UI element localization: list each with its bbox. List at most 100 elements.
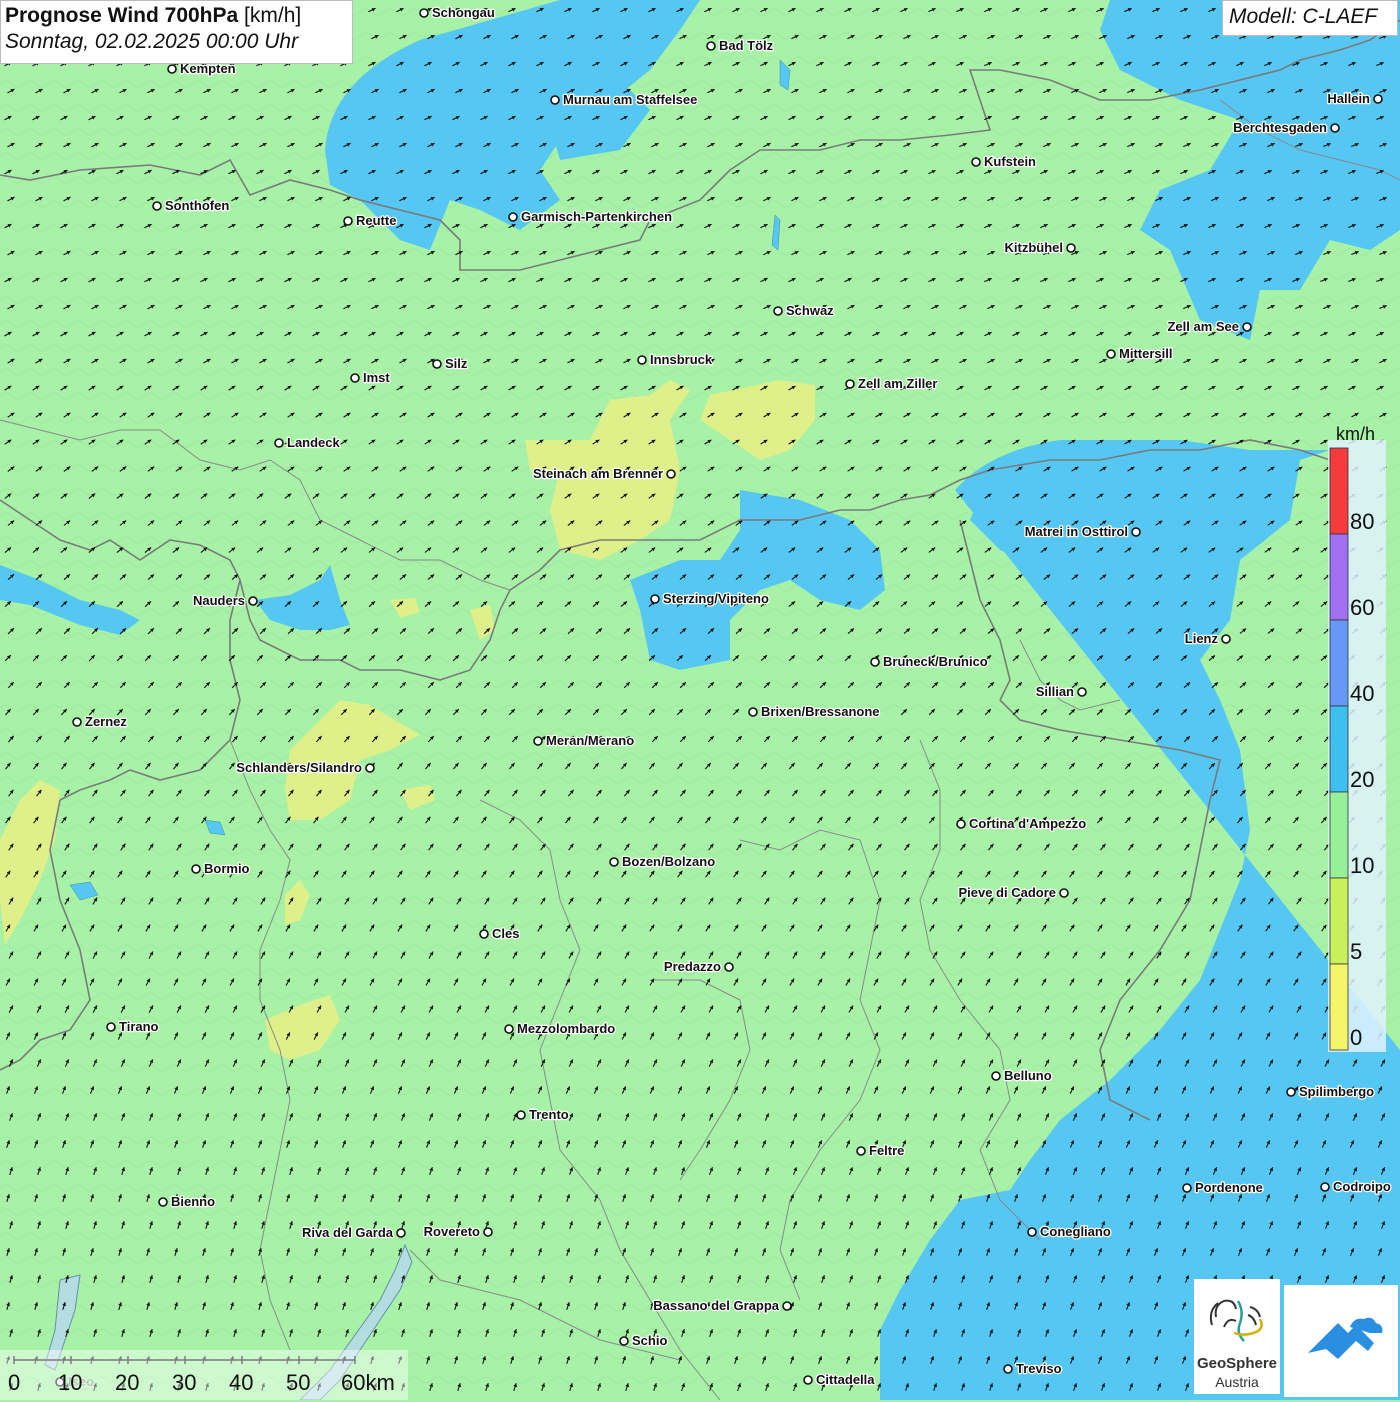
city-label: Reutte: [356, 213, 396, 228]
city-label: Silz: [445, 356, 468, 371]
city-meran-merano: Meran/Merano: [534, 733, 634, 748]
city-label: Schio: [632, 1333, 667, 1348]
forecast-date: Sonntag, 02.02.2025 00:00 Uhr: [5, 30, 348, 54]
city-dot: [725, 963, 733, 971]
legend-swatch: [1330, 448, 1348, 534]
city-label: Bozen/Bolzano: [622, 854, 715, 869]
city-label: Zernez: [85, 714, 127, 729]
city-label: Bienno: [171, 1194, 215, 1209]
city-label: Spilimbergo: [1299, 1084, 1374, 1099]
city-label: Meran/Merano: [546, 733, 634, 748]
secondary-logo[interactable]: [1284, 1285, 1398, 1397]
city-label: Rovereto: [424, 1224, 480, 1239]
city-dot: [1028, 1228, 1036, 1236]
model-label: Modell: C-LAEF: [1222, 0, 1398, 36]
city-label: Codroipo: [1333, 1179, 1391, 1194]
city-label: Hallein: [1327, 91, 1370, 106]
city-label: Matrei in Osttirol: [1025, 524, 1128, 539]
scale-label-40: 40: [229, 1370, 253, 1396]
map-title-unit: [km/h]: [244, 4, 301, 27]
legend-swatch: [1330, 620, 1348, 706]
city-dot: [749, 708, 757, 716]
city-berchtesgaden: Berchtesgaden: [1233, 120, 1339, 135]
city-dot: [534, 737, 542, 745]
legend-swatch: [1330, 706, 1348, 792]
city-pordenone: Pordenone: [1183, 1180, 1263, 1195]
logo-line1: GeoSphere: [1194, 1355, 1280, 1372]
scale-label-20: 20: [115, 1370, 139, 1396]
city-dot: [1004, 1365, 1012, 1373]
scale-label-0: 0: [8, 1370, 20, 1396]
city-dot: [351, 374, 359, 382]
city-label: Schongau: [432, 5, 495, 20]
city-zell-am-see: Zell am See: [1167, 319, 1251, 334]
city-label: Cortina d'Ampezzo: [969, 816, 1086, 831]
geosphere-logo[interactable]: GeoSphere Austria: [1194, 1279, 1280, 1394]
city-bozen-bolzano: Bozen/Bolzano: [610, 854, 715, 869]
city-brixen-bressanone: Brixen/Bressanone: [749, 704, 880, 719]
city-conegliano: Conegliano: [1028, 1224, 1111, 1239]
city-zell-am-ziller: Zell am Ziller: [846, 376, 937, 391]
city-cortina-d-ampezzo: Cortina d'Ampezzo: [957, 816, 1086, 831]
city-label: Riva del Garda: [302, 1225, 394, 1240]
city-label: Cittadella: [816, 1372, 875, 1387]
city-dot: [1183, 1184, 1191, 1192]
legend-unit: km/h: [1336, 424, 1375, 445]
scale-label-30: 30: [172, 1370, 196, 1396]
city-label: Zell am Ziller: [858, 376, 937, 391]
scale-label-60: 60km: [341, 1370, 395, 1396]
city-garmisch-partenkirchen: Garmisch-Partenkirchen: [509, 209, 672, 224]
city-dot: [1067, 244, 1075, 252]
city-label: Bormio: [204, 861, 250, 876]
city-mezzolombardo: Mezzolombardo: [505, 1021, 615, 1036]
city-dot: [249, 597, 257, 605]
city-dot: [480, 930, 488, 938]
city-dot: [1331, 124, 1339, 132]
city-dot: [651, 595, 659, 603]
city-murnau-am-staffelsee: Murnau am Staffelsee: [551, 92, 697, 107]
city-dot: [420, 9, 428, 17]
city-label: Zell am See: [1167, 319, 1239, 334]
city-label: Kufstein: [984, 154, 1036, 169]
city-steinach-am-brenner: Steinach am Brenner: [533, 466, 675, 481]
city-schlanders-silandro: Schlanders/Silandro: [236, 760, 374, 775]
wind-map: SchongauBad TölzKemptenMurnau am Staffel…: [0, 0, 1400, 1400]
city-label: Sonthofen: [165, 198, 229, 213]
legend-tick-label: 10: [1350, 853, 1374, 878]
legend-tick-label: 80: [1350, 509, 1374, 534]
city-dot: [551, 96, 559, 104]
legend-tick-label: 0: [1350, 1025, 1362, 1050]
city-bruneck-brunico: Bruneck/Brunico: [871, 654, 988, 669]
city-dot: [192, 865, 200, 873]
city-dot: [667, 470, 675, 478]
legend-tick-label: 20: [1350, 767, 1374, 792]
city-label: Pieve di Cadore: [958, 885, 1056, 900]
city-label: Tirano: [119, 1019, 159, 1034]
city-label: Murnau am Staffelsee: [563, 92, 697, 107]
city-dot: [397, 1229, 405, 1237]
legend-tick-label: 60: [1350, 595, 1374, 620]
city-sterzing-vipiteno: Sterzing/Vipiteno: [651, 591, 769, 606]
city-label: Bassano del Grappa: [653, 1298, 779, 1313]
scale-label-10: 10: [58, 1370, 82, 1396]
city-label: Sterzing/Vipiteno: [663, 591, 769, 606]
city-dot: [168, 65, 176, 73]
scale-label-50: 50: [286, 1370, 310, 1396]
city-dot: [1222, 635, 1230, 643]
city-label: Mezzolombardo: [517, 1021, 615, 1036]
city-dot: [1078, 688, 1086, 696]
city-label: Pordenone: [1195, 1180, 1263, 1195]
city-dot: [505, 1025, 513, 1033]
geosphere-logo-icon: [1194, 1287, 1280, 1357]
city-dot: [1243, 323, 1251, 331]
city-label: Schwaz: [786, 303, 834, 318]
legend-tick-label: 40: [1350, 681, 1374, 706]
city-dot: [957, 820, 965, 828]
city-schongau: Schongau: [420, 5, 495, 20]
city-dot: [620, 1337, 628, 1345]
map-title-box: Prognose Wind 700hPa [km/h] Sonntag, 02.…: [0, 0, 353, 64]
city-dot: [857, 1147, 865, 1155]
city-dot: [638, 356, 646, 364]
city-dot: [972, 158, 980, 166]
city-label: Treviso: [1016, 1361, 1062, 1376]
